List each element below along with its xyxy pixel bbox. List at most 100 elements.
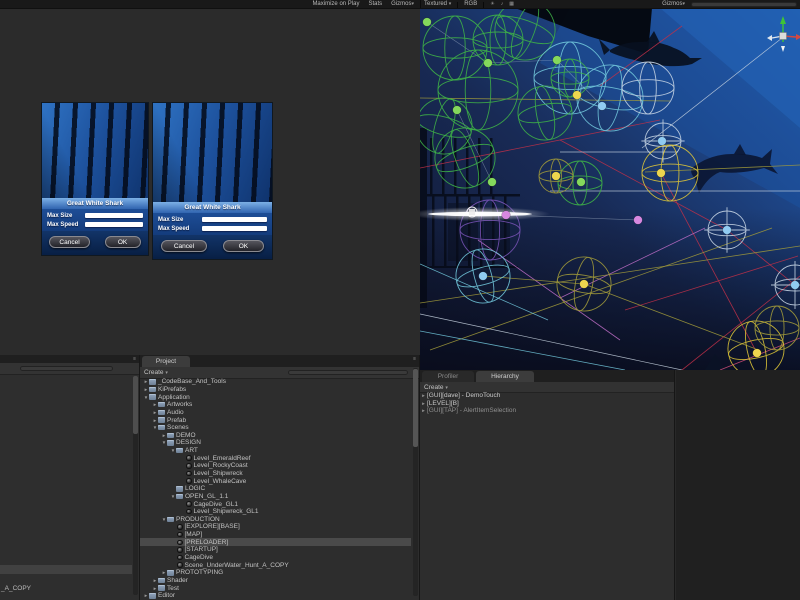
project-tree-row[interactable]: ►_CodeBase_And_Tools [140, 378, 411, 386]
tree-item-label: Artworks [167, 401, 192, 408]
project-tree-row[interactable]: Level_RockyCoast [140, 462, 411, 470]
project-tree-row[interactable]: ▼DESIGN [140, 439, 411, 447]
tree-item-label: [EXPLORE][BASE] [185, 523, 240, 530]
create-dropdown[interactable]: Create ▾ [144, 369, 168, 377]
foldout-closed-icon[interactable]: ► [420, 393, 427, 398]
project-tree-row[interactable]: ▼OPEN_GL_1.1 [140, 493, 411, 501]
scene-viewport[interactable] [420, 8, 800, 370]
tab-profiler[interactable]: Profiler [422, 371, 474, 382]
foldout-closed-icon[interactable]: ► [420, 408, 427, 413]
scene-search-input[interactable] [691, 2, 797, 7]
max-speed-label: Max Speed [158, 226, 202, 232]
project-tree-row[interactable]: Level_WhaleCave [140, 477, 411, 485]
toolbar-divider [457, 2, 458, 8]
folder-icon [158, 425, 165, 431]
project-tree-row[interactable]: ►Artworks [140, 401, 411, 409]
hierarchy-item[interactable]: ►[GUI][dave] - DemoTouch [420, 392, 674, 400]
max-speed-field[interactable] [202, 226, 267, 231]
max-size-field[interactable] [202, 217, 267, 222]
project-tree-row[interactable]: [EXPLORE][BASE] [140, 523, 411, 531]
ok-button[interactable]: OK [223, 240, 263, 252]
dialog-body: Max Size Max Speed [42, 209, 148, 231]
foldout-closed-icon[interactable]: ► [420, 401, 427, 406]
tab-project[interactable]: Project [142, 356, 190, 367]
project-tree-row[interactable]: Level_EmeraldReef [140, 454, 411, 462]
folder-icon [158, 417, 165, 423]
scene-gizmos-dropdown[interactable]: Gizmos▾ [662, 1, 685, 8]
tree-item-label: [MAP] [185, 531, 203, 538]
scene-audio-toggle-icon[interactable]: ♪ [501, 1, 504, 8]
hierarchy-item[interactable]: ►[LEVEL][B] [420, 400, 674, 408]
game-gizmos-dropdown[interactable]: Gizmos▾ [391, 1, 414, 8]
ok-button[interactable]: OK [105, 236, 141, 248]
folder-icon [167, 433, 174, 439]
project-tree-row[interactable]: CageDive [140, 554, 411, 562]
project-tree-row[interactable]: ►PROTOTYPING [140, 569, 411, 577]
folder-icon [158, 585, 165, 591]
project-tree-row[interactable]: ►KiPrefabs [140, 386, 411, 394]
hierarchy-item[interactable]: ►[GUI][TAP] - AlertItemSelection [420, 407, 674, 415]
scene-asset-icon [186, 455, 192, 461]
stats-button[interactable]: Stats [368, 1, 382, 8]
tree-item-label: ART [185, 447, 198, 454]
panel-menu-icon[interactable]: ≡ [133, 356, 136, 362]
scrollbar-thumb[interactable] [133, 376, 138, 434]
tab-hierarchy[interactable]: Hierarchy [476, 371, 534, 382]
project-tree-row[interactable]: ►Shader [140, 577, 411, 585]
shark-dialog: Great White Shark Max Size Max Speed Can… [42, 198, 148, 255]
project-tree-row[interactable]: ▼Scenes [140, 424, 411, 432]
create-dropdown[interactable]: Create ▾ [424, 384, 448, 392]
dialog-title: Great White Shark [153, 202, 272, 213]
project-tree-row[interactable]: ►DEMO [140, 431, 411, 439]
project-search-input[interactable] [288, 370, 408, 375]
project-tree-row[interactable]: [MAP] [140, 531, 411, 539]
top-toolbar: Maximize on Play Stats Gizmos▾ Textured … [0, 0, 800, 9]
project-tree: ►_CodeBase_And_Tools►KiPrefabs▼Applicati… [140, 378, 411, 600]
project-tree-row[interactable]: ►Editor [140, 592, 411, 600]
tree-item-label: Level_Shipwreck_GL1 [194, 508, 259, 515]
toolbar-divider [483, 2, 484, 8]
tree-item-label: Audio [167, 409, 184, 416]
maximize-on-play-button[interactable]: Maximize on Play [312, 1, 359, 8]
project-tree-row[interactable]: LOGIC [140, 485, 411, 493]
project-tree-row[interactable]: Level_Shipwreck_GL1 [140, 508, 411, 516]
vertical-scrollbar[interactable] [413, 368, 418, 596]
vertical-scrollbar[interactable] [133, 376, 138, 595]
cancel-button[interactable]: Cancel [161, 240, 206, 252]
scene-lighting-toggle-icon[interactable]: ☀ [490, 1, 494, 8]
render-mode-dropdown[interactable]: RGB [464, 1, 477, 8]
cancel-button[interactable]: Cancel [49, 236, 89, 248]
project-tree-row[interactable]: [STARTUP] [140, 546, 411, 554]
folder-icon [167, 440, 174, 446]
project-tree-row[interactable]: ►Prefab [140, 416, 411, 424]
project-tree-row[interactable]: [PRELOADER] [140, 538, 411, 546]
scene-effects-toggle-icon[interactable]: ▦ [509, 1, 514, 8]
scene-asset-icon [177, 524, 183, 530]
scrollbar-thumb[interactable] [413, 369, 418, 447]
max-size-field[interactable] [85, 213, 143, 218]
project-search-input[interactable] [20, 366, 113, 371]
tree-item-label: Level_EmeraldReef [194, 455, 251, 462]
project-tree-row[interactable]: ▼PRODUCTION [140, 516, 411, 524]
tree-item-label: DESIGN [176, 439, 201, 446]
panel-menu-icon[interactable]: ≡ [413, 356, 416, 362]
max-speed-field[interactable] [85, 222, 143, 227]
max-size-label: Max Size [158, 217, 202, 223]
project-tree-row[interactable]: ▼Application [140, 393, 411, 401]
hierarchy-item-label: [GUI][dave] - DemoTouch [427, 392, 500, 399]
tree-item-label: Prefab [167, 417, 186, 424]
shading-mode-dropdown[interactable]: Textured ▾ [424, 1, 451, 8]
project-tree-row[interactable]: ▼ART [140, 447, 411, 455]
dialog-body: Max Size Max Speed [153, 213, 272, 235]
tree-item-label: PROTOTYPING [176, 569, 223, 576]
project-tree-row[interactable]: Scene_UnderWater_Hunt_A_COPY [140, 561, 411, 569]
project-tree-row[interactable]: ►Audio [140, 409, 411, 417]
project-tree-row[interactable]: ►Test [140, 584, 411, 592]
project-tree-row[interactable]: Level_Shipwreck [140, 470, 411, 478]
tree-item-label: DEMO [176, 432, 196, 439]
project-tree-row[interactable]: CageDive_GL1 [140, 500, 411, 508]
selected-row-highlight[interactable] [0, 565, 132, 574]
scene-view-toolbar: Textured ▾ RGB ☀ ♪ ▦ Gizmos▾ [420, 0, 800, 8]
tree-item-label: PRODUCTION [176, 516, 220, 523]
tree-item-label: Editor [158, 592, 175, 599]
